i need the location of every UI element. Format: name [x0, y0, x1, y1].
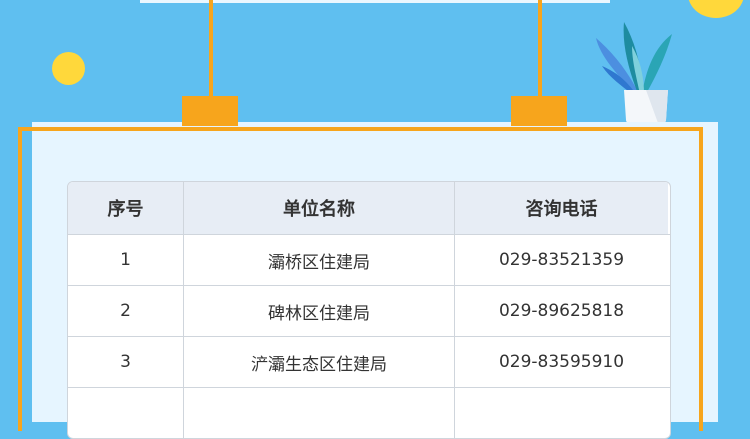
- row-unit-name: 碑林区住建局: [184, 286, 455, 336]
- header-index: 序号: [68, 182, 184, 234]
- row-phone: 029-89625818: [498, 301, 625, 321]
- table-row: 3 浐灞生态区住建局 029-83595910: [68, 336, 670, 387]
- row-phone: 029-83595910: [498, 352, 625, 372]
- contact-table: 序号 单位名称 咨询电话 1 灞桥区住建局 029-83521359 2 碑林区…: [67, 181, 671, 439]
- hanger-block-left: [182, 96, 238, 126]
- sun-decoration: [688, 0, 744, 18]
- row-unit-name: [184, 388, 455, 438]
- row-index: 2: [68, 286, 184, 336]
- row-index: [68, 388, 184, 438]
- header-phone: 咨询电话: [455, 182, 668, 234]
- row-index: 1: [68, 235, 184, 285]
- table-row: [68, 387, 670, 438]
- row-phone: [455, 388, 668, 438]
- row-index: 3: [68, 337, 184, 387]
- table-row: 2 碑林区住建局 029-89625818: [68, 285, 670, 336]
- table-row: 1 灞桥区住建局 029-83521359: [68, 234, 670, 285]
- yellow-dot-decoration: [52, 52, 85, 85]
- potted-plant-icon: [596, 22, 672, 123]
- hanger-block-right: [511, 96, 567, 126]
- hanger-line-left: [209, 0, 213, 100]
- table-header-row: 序号 单位名称 咨询电话: [68, 182, 670, 234]
- header-unit-name: 单位名称: [184, 182, 455, 234]
- row-unit-name: 浐灞生态区住建局: [184, 337, 455, 387]
- row-unit-name: 灞桥区住建局: [184, 235, 455, 285]
- row-phone: 029-83521359: [498, 250, 625, 270]
- hanger-line-right: [538, 0, 542, 100]
